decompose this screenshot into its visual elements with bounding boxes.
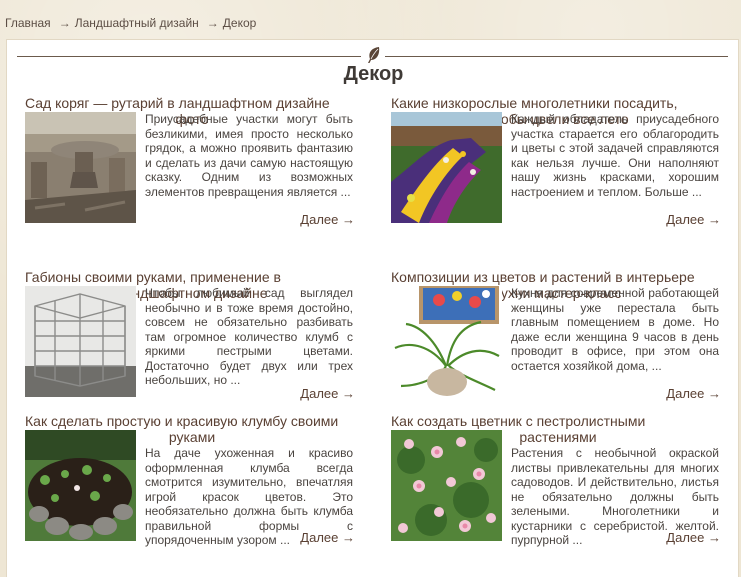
- title-divider-left: [17, 56, 361, 57]
- article-thumbnail[interactable]: [25, 286, 136, 397]
- article-thumbnail[interactable]: [391, 286, 502, 397]
- read-more-link[interactable]: Далее →: [660, 212, 721, 227]
- leaf-icon: [368, 47, 380, 63]
- article-thumbnail[interactable]: [391, 430, 502, 541]
- article-excerpt: Чтобы любимый сад выглядел необычно и в …: [145, 286, 353, 387]
- breadcrumb: Главная → Ландшафтный дизайн → Декор: [5, 16, 256, 30]
- article-card: Какие низкорослые многолетники посадить,…: [391, 95, 725, 227]
- article-card: Композиции из цветов и растений в интерь…: [391, 269, 725, 409]
- article-card: Как сделать простую и красивую клумбу св…: [25, 413, 359, 553]
- article-card: Габионы своими руками, применение в ланд…: [25, 269, 359, 409]
- breadcrumb-current: Декор: [222, 16, 257, 30]
- article-thumbnail[interactable]: [25, 112, 136, 223]
- page-title: Декор: [343, 63, 404, 85]
- read-more-link[interactable]: Далее →: [660, 530, 721, 545]
- article-title-line: Композиции из цветов и растений в интерь…: [391, 269, 695, 285]
- article-excerpt: Кухня для современной работающей женщины…: [511, 286, 719, 373]
- breadcrumb-separator: →: [206, 16, 219, 30]
- title-divider-right: [385, 56, 728, 57]
- article-thumbnail[interactable]: [25, 430, 136, 541]
- read-more-link[interactable]: Далее →: [660, 386, 721, 401]
- read-more-link[interactable]: Далее →: [294, 530, 355, 545]
- breadcrumb-separator: →: [58, 16, 71, 30]
- article-card: Как создать цветник с пестролистными рас…: [391, 413, 725, 553]
- article-title-line: Какие низкорослые многолетники посадить,: [391, 95, 678, 111]
- article-title-line: Как сделать простую и красивую клумбу св…: [25, 413, 339, 429]
- article-thumbnail[interactable]: [391, 112, 502, 223]
- article-title-line: Сад коряг — рутарий в ландшафтном дизайн…: [25, 95, 330, 111]
- article-excerpt: Каждый обладатель приусадебного участка …: [511, 112, 719, 199]
- content-panel: Декор Сад коряг — рутарий в ландшафтном …: [6, 39, 739, 577]
- read-more-link[interactable]: Далее →: [294, 212, 355, 227]
- article-title-line: Габионы своими руками, применение в: [25, 269, 281, 285]
- article-card: Сад коряг — рутарий в ландшафтном дизайн…: [25, 95, 359, 227]
- read-more-link[interactable]: Далее →: [294, 386, 355, 401]
- article-title-line: Как создать цветник с пестролистными: [391, 413, 646, 429]
- article-excerpt: Приусадебные участки могут быть безликим…: [145, 112, 353, 199]
- breadcrumb-section[interactable]: Ландшафтный дизайн: [75, 16, 199, 30]
- breadcrumb-home[interactable]: Главная: [5, 16, 51, 30]
